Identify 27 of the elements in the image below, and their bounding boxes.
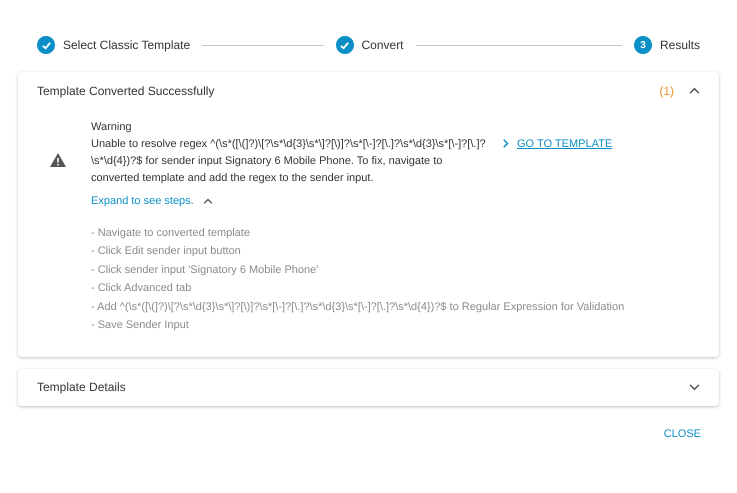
- chevron-up-icon: [202, 198, 213, 204]
- check-icon: [40, 40, 52, 50]
- go-to-template-link[interactable]: GO TO TEMPLATE: [503, 136, 612, 150]
- warning-heading: Warning: [91, 120, 133, 135]
- warning-message: Unable to resolve regex ^(\s*([\(]?)\[?\s*\d{3}\s*\]?[\)]?\s*[\-]?[\.]?\s*\d{3}\s*[\-]?[\.]?\s*\d{4})?$ for sender input Signatory 6 Mobile Phone. To fix, navigate to converted template and add the regex to the sender input.: [91, 137, 487, 186]
- step-label: Results: [660, 37, 700, 54]
- chevron-right-icon: [503, 139, 509, 148]
- step-number: 3: [640, 38, 646, 52]
- step-text: - Click sender input 'Signatory 6 Mobile Phone': [91, 262, 320, 278]
- step-text: - Add ^(\s*([\(]?)\[?\s*\d{3}\s*\]?[\)]?\s*[\-]?[\.]?\s*\d{3}\s*[\-]?[\.]?\s*\d{4})?$ to Regular Expression for Validation: [91, 300, 624, 314]
- warning-icon: [50, 153, 66, 167]
- step-text: - Click Edit sender input button: [91, 244, 242, 259]
- expand-steps-link[interactable]: Expand to see steps.: [91, 193, 194, 210]
- close-button[interactable]: CLOSE: [660, 422, 705, 446]
- panel-title: Template Details: [37, 379, 127, 396]
- step-text: - Save Sender Input: [91, 318, 190, 333]
- panel-header[interactable]: Template Details: [18, 368, 719, 406]
- check-icon: [339, 40, 350, 50]
- step-label: Select Classic Template: [63, 37, 190, 54]
- chevron-down-icon: [689, 384, 700, 390]
- step-text: - Navigate to converted template: [91, 226, 251, 240]
- panel-header[interactable]: Template Converted Successfully (1): [18, 72, 719, 109]
- panel-title: Template Converted Successfully: [37, 82, 216, 100]
- count-label: (1): [659, 82, 674, 100]
- step-label: Convert: [362, 37, 404, 54]
- chevron-up-icon: [689, 87, 700, 94]
- step-text: - Click Advanced tab: [91, 281, 192, 296]
